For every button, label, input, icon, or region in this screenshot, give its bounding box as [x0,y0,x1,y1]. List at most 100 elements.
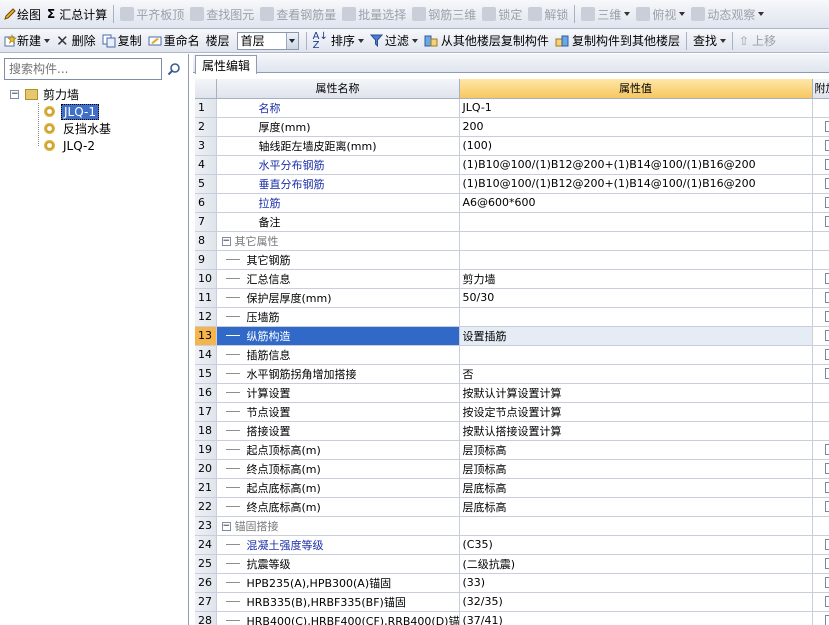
dynamic-view-button[interactable]: 动态观察 [688,0,767,28]
copy-to-floor-button[interactable]: 复制构件到其他楼层 [552,29,683,52]
new-button[interactable]: 新建 [0,29,53,52]
extra-checkbox[interactable] [824,463,828,474]
property-name-cell[interactable]: 混凝土强度等级 [216,535,460,555]
extra-checkbox[interactable] [824,539,828,550]
table-row[interactable]: 22 终点底标高(m) 层底标高 [195,497,829,517]
extra-checkbox[interactable] [824,577,828,588]
table-row[interactable]: 15 水平钢筋拐角增加搭接 否 [195,364,829,384]
property-name-cell[interactable]: 计算设置 [216,383,460,403]
property-name-cell[interactable]: 拉筋 [216,193,460,213]
row-number[interactable]: 24 [195,535,217,555]
row-number[interactable]: 2 [195,117,217,137]
table-row[interactable]: 7 备注 [195,212,829,232]
extra-checkbox[interactable] [824,444,828,455]
row-number[interactable]: 27 [195,592,217,612]
property-name-cell[interactable]: 备注 [216,212,460,232]
property-name-cell[interactable]: 起点顶标高(m) [216,440,460,460]
row-number[interactable]: 7 [195,212,217,232]
property-value-cell[interactable]: JLQ-1 [459,98,813,118]
row-number[interactable]: 11 [195,288,217,308]
copy-from-floor-button[interactable]: 从其他楼层复制构件 [421,29,552,52]
property-name-cell[interactable]: HRB400(C),HRBF400(CF),RRB400(D)锚 [216,611,460,625]
property-name-cell[interactable]: 起点底标高(m) [216,478,460,498]
extra-checkbox[interactable] [824,140,828,151]
property-value-cell[interactable] [459,307,813,327]
table-row[interactable]: 4 水平分布钢筋 (1)B10@100/(1)B12@200+(1)B14@100/… [195,155,829,175]
property-name-cell[interactable]: 名称 [216,98,460,118]
row-number[interactable]: 4 [195,155,217,175]
tree-item-jlq-2[interactable]: JLQ-2 [10,137,185,154]
extra-checkbox[interactable] [824,558,828,569]
property-name-cell[interactable]: 轴线距左墙皮距离(mm) [216,136,460,156]
row-number[interactable]: 16 [195,383,217,403]
property-value-cell[interactable]: 层底标高 [459,478,813,498]
row-number[interactable]: 15 [195,364,217,384]
table-row[interactable]: 17 节点设置 按设定节点设置计算 [195,402,829,422]
table-row[interactable]: 9 其它钢筋 [195,250,829,270]
property-name-cell[interactable]: 终点顶标高(m) [216,459,460,479]
header-extra[interactable]: 附加 [812,79,829,99]
rename-button[interactable]: 重命名 [145,29,203,52]
row-number[interactable]: 28 [195,611,217,625]
property-name-cell[interactable]: 节点设置 [216,402,460,422]
property-name-cell[interactable]: 垂直分布钢筋 [216,174,460,194]
property-value-cell[interactable]: 剪力墙 [459,269,813,289]
row-number[interactable]: 20 [195,459,217,479]
row-number[interactable]: 9 [195,250,217,270]
view-rebar-button[interactable]: 查看钢筋量 [257,0,339,28]
property-name-cell[interactable]: 抗震等级 [216,554,460,574]
extra-checkbox[interactable] [824,368,828,379]
floor-select[interactable]: 首层 [236,31,299,50]
extra-checkbox[interactable] [824,273,828,284]
row-number[interactable]: 13 [195,326,217,346]
collapse-icon[interactable]: − [221,522,231,531]
table-row[interactable]: 12 压墙筋 [195,307,829,327]
row-number[interactable]: 22 [195,497,217,517]
property-value-cell[interactable]: 设置插筋 [459,326,813,346]
property-value-cell[interactable]: (C35) [459,535,813,555]
row-number[interactable]: 12 [195,307,217,327]
property-value-cell[interactable]: (1)B10@100/(1)B12@200+(1)B14@100/(1)B16@… [459,155,813,175]
property-name-cell[interactable]: 纵筋构造 [216,326,460,346]
header-property-name[interactable]: 属性名称 [216,79,460,99]
extra-checkbox[interactable] [824,292,828,303]
property-value-cell[interactable] [459,345,813,365]
property-value-cell[interactable]: 按默认搭接设置计算 [459,421,813,441]
property-name-cell[interactable]: 压墙筋 [216,307,460,327]
tree-item-jlq-1[interactable]: JLQ-1 [10,103,185,120]
row-number[interactable]: 1 [195,98,217,118]
property-name-cell[interactable]: 水平钢筋拐角增加搭接 [216,364,460,384]
lock-button[interactable]: 锁定 [479,0,525,28]
property-value-cell[interactable] [459,212,813,232]
table-row[interactable]: 10 汇总信息 剪力墙 [195,269,829,289]
row-number[interactable]: 21 [195,478,217,498]
row-number[interactable]: 23 [195,516,217,536]
header-property-value[interactable]: 属性值 [459,79,813,99]
move-up-button[interactable]: ⇧ 上移 [736,29,779,52]
property-name-cell[interactable]: 搭接设置 [216,421,460,441]
property-value-cell[interactable]: 200 [459,117,813,137]
row-number[interactable]: 8 [195,231,217,251]
property-value-cell[interactable] [459,231,813,251]
rebar-3d-button[interactable]: 钢筋三维 [409,0,479,28]
extra-checkbox[interactable] [824,349,828,360]
row-number[interactable]: 5 [195,174,217,194]
property-name-cell[interactable]: HRB335(B),HRBF335(BF)锚固 [216,592,460,612]
table-row[interactable]: 16 计算设置 按默认计算设置计算 [195,383,829,403]
collapse-icon[interactable]: − [221,237,231,246]
table-row[interactable]: 3 轴线距左墙皮距离(mm) (100) [195,136,829,156]
sum-calc-button[interactable]: Σ 汇总计算 [44,0,110,28]
property-name-cell[interactable]: HPB235(A),HPB300(A)锚固 [216,573,460,593]
row-number[interactable]: 19 [195,440,217,460]
property-name-cell[interactable]: 插筋信息 [216,345,460,365]
property-value-cell[interactable]: 按设定节点设置计算 [459,402,813,422]
property-name-cell[interactable]: 厚度(mm) [216,117,460,137]
table-row[interactable]: 1 名称 JLQ-1 [195,98,829,118]
table-row[interactable]: 14 插筋信息 [195,345,829,365]
tree-root-shear-wall[interactable]: − 剪力墙 [10,86,185,103]
property-name-cell[interactable]: − 其它属性 [216,231,460,251]
row-number[interactable]: 14 [195,345,217,365]
property-value-cell[interactable]: 否 [459,364,813,384]
extra-checkbox[interactable] [824,615,828,625]
property-value-cell[interactable]: (100) [459,136,813,156]
